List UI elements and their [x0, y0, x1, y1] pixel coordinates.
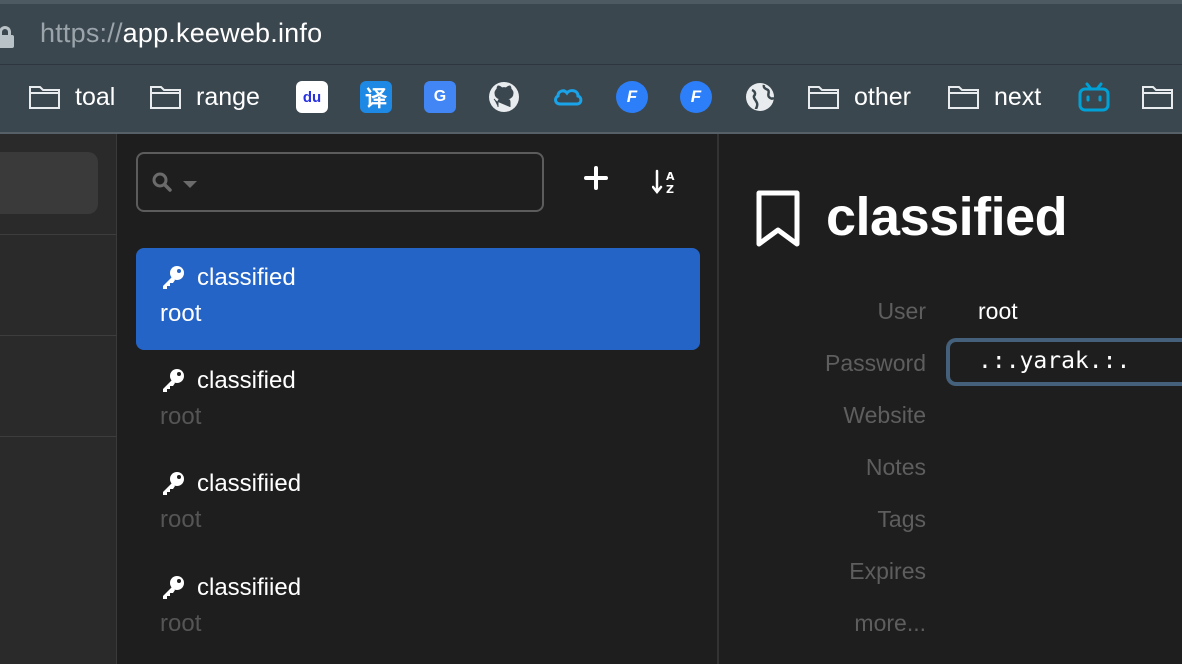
- entry-detail-panel: classified User root Password .:.yarak.:…: [720, 134, 1182, 664]
- key-icon: [163, 369, 184, 392]
- field-label-notes[interactable]: Notes: [866, 454, 926, 481]
- field-label-password: Password: [825, 350, 926, 376]
- folder-icon: [1141, 84, 1174, 110]
- field-label-expires[interactable]: Expires: [849, 558, 926, 585]
- url-text[interactable]: https://app.keeweb.info: [40, 18, 322, 49]
- bookmark-globe[interactable]: [744, 81, 776, 113]
- bookmark-folder-partial[interactable]: [1141, 81, 1182, 113]
- bookmark-cloud[interactable]: [551, 81, 585, 113]
- entry-detail-title[interactable]: classified: [826, 186, 1068, 248]
- field-label-user: User: [877, 298, 926, 324]
- menu-divider: [0, 234, 117, 235]
- entry-title: classified: [197, 264, 296, 291]
- key-icon: [163, 266, 184, 289]
- folder-icon: [947, 84, 980, 110]
- list-item[interactable]: classifiied root: [136, 558, 700, 660]
- google-translate-icon: G: [424, 81, 456, 113]
- bookmark-folder-toal[interactable]: toal: [28, 81, 115, 113]
- field-label-website[interactable]: Website: [843, 402, 926, 429]
- baidu-icon: du: [296, 81, 328, 113]
- entry-title: classifiied: [197, 574, 302, 601]
- field-value-user[interactable]: root: [978, 298, 1018, 325]
- bookmark-baidu[interactable]: du: [296, 81, 328, 113]
- add-entry-button[interactable]: [582, 164, 610, 192]
- entry-user: root: [160, 610, 202, 637]
- github-icon: [489, 82, 519, 112]
- translate-icon: 译: [360, 81, 392, 113]
- bilibili-icon: [1078, 82, 1110, 112]
- key-icon: [163, 576, 184, 599]
- list-item[interactable]: classified root: [136, 248, 700, 350]
- sort-icon[interactable]: A Z: [652, 168, 682, 196]
- bookmarks-bar: toal range du 译 G F F other next: [0, 64, 1182, 134]
- menu-item-selected[interactable]: [0, 152, 98, 214]
- entry-list-panel: A Z classified root classified root clas…: [118, 134, 719, 664]
- cloud-icon: [554, 89, 583, 106]
- list-item[interactable]: classified root: [136, 351, 700, 453]
- address-bar[interactable]: https://app.keeweb.info: [0, 0, 1182, 64]
- bookmark-github[interactable]: [488, 81, 520, 113]
- bookmark-icon[interactable]: [756, 190, 800, 248]
- bookmark-f-logo-2[interactable]: F: [680, 81, 712, 113]
- search-input[interactable]: [136, 152, 544, 212]
- bookmark-translate[interactable]: 译: [360, 81, 392, 113]
- folder-icon: [28, 84, 61, 110]
- chevron-down-icon[interactable]: [183, 181, 197, 188]
- password-value[interactable]: .:.yarak.:.: [978, 348, 1130, 374]
- bookmark-folder-next[interactable]: next: [947, 81, 1041, 113]
- field-label-tags[interactable]: Tags: [877, 506, 926, 533]
- svg-text:Z: Z: [666, 183, 674, 196]
- entry-user: root: [160, 403, 202, 430]
- bookmark-f-logo-1[interactable]: F: [616, 81, 648, 113]
- bookmark-folder-range[interactable]: range: [149, 81, 260, 113]
- menu-panel: [0, 134, 117, 664]
- folder-icon: [149, 84, 182, 110]
- bookmark-google-translate[interactable]: G: [424, 81, 456, 113]
- entry-title: classified: [197, 367, 296, 394]
- globe-icon: [746, 83, 775, 111]
- folder-icon: [807, 84, 840, 110]
- lock-icon[interactable]: [0, 26, 14, 48]
- f-logo-icon: F: [680, 81, 712, 113]
- list-item[interactable]: classifiied root: [136, 454, 700, 556]
- menu-divider: [0, 436, 117, 437]
- entry-user: root: [160, 506, 202, 533]
- bookmark-folder-other[interactable]: other: [807, 81, 911, 113]
- menu-divider: [0, 335, 117, 336]
- entry-user: root: [160, 300, 202, 327]
- bookmark-bilibili[interactable]: [1077, 81, 1111, 113]
- key-icon: [163, 472, 184, 495]
- f-logo-icon: F: [616, 81, 648, 113]
- search-icon[interactable]: [152, 172, 172, 192]
- svg-text:A: A: [666, 170, 675, 183]
- password-field[interactable]: .:.yarak.:.: [946, 338, 1182, 386]
- entry-title: classifiied: [197, 470, 302, 497]
- more-fields-link[interactable]: more...: [854, 610, 926, 637]
